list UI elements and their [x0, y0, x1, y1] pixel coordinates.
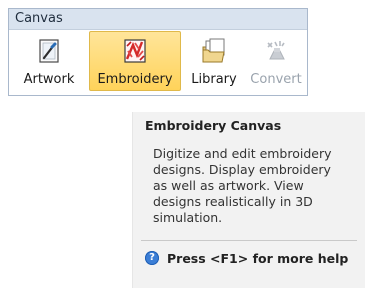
artwork-label: Artwork [23, 72, 75, 87]
tooltip-divider [141, 240, 357, 241]
artwork-icon [39, 39, 59, 63]
embroidery-button[interactable]: Embroidery [89, 31, 181, 91]
embroidery-label: Embroidery [97, 72, 173, 87]
help-icon: ? [145, 251, 159, 265]
tooltip-help[interactable]: ? Press <F1> for more help [145, 249, 348, 267]
canvas-buttons: Artwork Embroidery Library Convert [13, 31, 305, 93]
convert-icon [267, 41, 285, 60]
canvas-ribbon-group: Canvas Artwork Embroidery Library Conver… [8, 8, 308, 96]
artwork-button[interactable]: Artwork [13, 31, 85, 91]
library-label: Library [191, 72, 237, 87]
group-title: Canvas [9, 9, 307, 30]
convert-button[interactable]: Convert [247, 31, 305, 91]
tooltip-help-text: Press <F1> for more help [167, 250, 349, 266]
library-button[interactable]: Library [183, 31, 245, 91]
library-icon [202, 38, 225, 63]
tooltip-title: Embroidery Canvas [145, 118, 282, 133]
tooltip-body: Digitize and edit embroidery designs. Di… [153, 146, 332, 225]
embroidery-icon [124, 39, 146, 63]
convert-label: Convert [250, 72, 302, 87]
tooltip: Embroidery Canvas Digitize and edit embr… [132, 112, 365, 288]
